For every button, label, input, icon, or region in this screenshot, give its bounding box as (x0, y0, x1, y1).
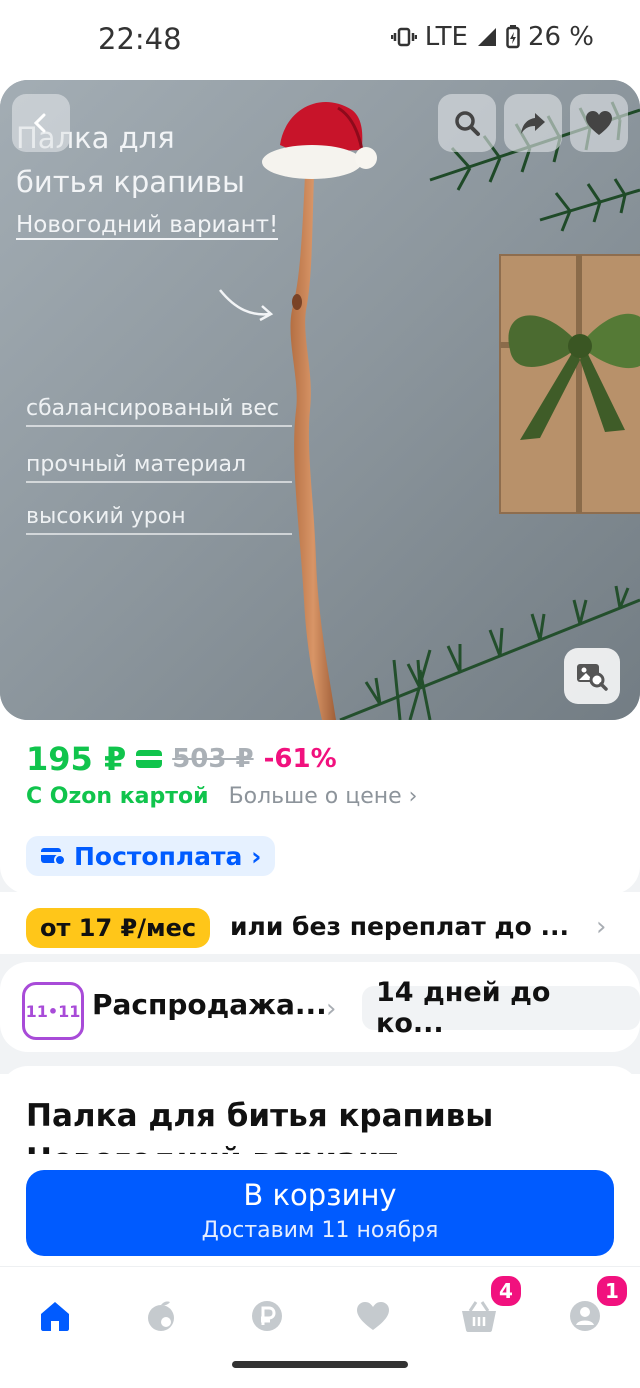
favorite-button[interactable] (570, 94, 628, 152)
feature-2: прочный материал (26, 452, 292, 483)
current-price: 195 ₽ (26, 740, 127, 778)
installment-text[interactable]: или без переплат до ... (230, 912, 569, 941)
old-price: 503 ₽ (172, 744, 254, 774)
profile-count-badge: 1 (594, 1273, 630, 1309)
chevron-right-icon: › (596, 912, 607, 942)
home-icon (41, 1302, 69, 1331)
heart-icon (586, 111, 612, 135)
heart-icon (357, 1302, 389, 1330)
nav-home[interactable] (30, 1291, 80, 1341)
nav-finance[interactable] (242, 1291, 292, 1341)
postpay-label: Постоплата › (74, 841, 262, 871)
visual-search-button[interactable] (564, 648, 620, 704)
price-details-row: С Ozon картой Больше о цене › (26, 784, 417, 809)
status-time: 22:48 (98, 22, 182, 56)
nav-favorites[interactable] (348, 1291, 398, 1341)
cart-count-badge: 4 (488, 1273, 524, 1309)
sale-title[interactable]: Распродажа... (92, 988, 327, 1021)
battery-level: 26 % (527, 22, 594, 52)
product-title: Палка для битья крапивы Новогодний вариа… (26, 1098, 494, 1154)
status-bar: 22:48 LTE 26 % (0, 0, 640, 80)
installment-badge[interactable]: от 17 ₽/мес (26, 908, 211, 948)
postpay-icon (41, 848, 66, 866)
share-icon (521, 113, 545, 134)
image-search-icon (577, 664, 608, 691)
chevron-right-icon-2: › (326, 994, 337, 1024)
more-price-link[interactable]: Больше о цене › (229, 784, 418, 809)
signal-icon (477, 28, 496, 46)
product-image[interactable]: Палка для битья крапивы Новогодний вариа… (0, 80, 640, 720)
ruble-icon (252, 1301, 282, 1331)
ozon-card-icon (136, 750, 163, 768)
postpay-button[interactable]: Постоплата › (26, 836, 276, 876)
vibrate-icon (390, 27, 417, 47)
back-button[interactable] (12, 94, 70, 152)
sale-countdown: 14 дней до ко... (362, 977, 640, 1039)
search-button[interactable] (438, 94, 496, 152)
price-row: 195 ₽ 503 ₽ -61% (26, 740, 337, 778)
ozon-card-label: С Ozon картой (26, 784, 209, 809)
network-type: LTE (424, 22, 468, 52)
search-icon (455, 111, 480, 136)
chevron-left-icon (33, 113, 46, 133)
add-to-cart-label: В корзину (243, 1178, 397, 1212)
discount-badge: -61% (263, 744, 337, 774)
sale-badge-icon: 11•11 (22, 982, 84, 1040)
battery-icon (506, 25, 520, 49)
nav-catalog[interactable] (136, 1291, 186, 1341)
hero-subtitle: Новогодний вариант! (16, 212, 279, 240)
feature-1: сбалансированый вес (26, 396, 292, 427)
catalog-icon (148, 1301, 174, 1331)
bottom-navigation: 4 1 (0, 1266, 640, 1388)
delivery-date: Доставим 11 ноября (201, 1218, 439, 1243)
add-to-cart-button[interactable]: В корзину Доставим 11 ноября (26, 1170, 614, 1256)
profile-icon (570, 1301, 600, 1331)
home-indicator[interactable] (232, 1361, 408, 1368)
feature-3: высокий урон (26, 504, 292, 535)
share-button[interactable] (504, 94, 562, 152)
